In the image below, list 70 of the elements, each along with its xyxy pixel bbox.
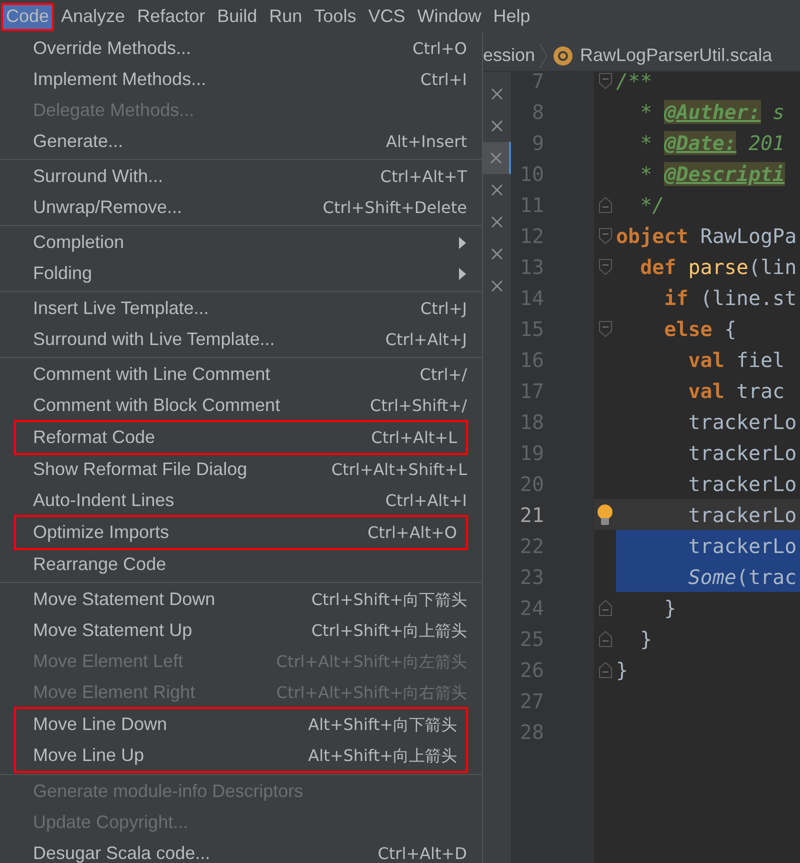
- menu-item[interactable]: Rearrange Code: [0, 549, 482, 580]
- fold-marker-icon[interactable]: [598, 320, 612, 336]
- menu-bar-item[interactable]: Build: [212, 2, 262, 30]
- fold-marker-icon[interactable]: [598, 228, 612, 244]
- fold-marker-icon[interactable]: [598, 600, 612, 616]
- menu-item[interactable]: Comment with Block Comment Ctrl+Shift+/: [0, 390, 482, 421]
- line-number: 21: [518, 502, 545, 528]
- breadcrumb-item[interactable]: ession: [483, 42, 536, 69]
- code-line: object RawLogPa: [616, 222, 797, 250]
- menu-bar-item[interactable]: Window: [412, 2, 486, 30]
- code-line: }: [616, 656, 628, 684]
- code-line: val fiel: [687, 346, 785, 374]
- menu-item[interactable]: Move Line Up Alt+Shift+向上箭头: [0, 740, 472, 771]
- close-icon: [491, 88, 503, 100]
- close-icon: [491, 280, 503, 292]
- close-icon: [491, 120, 503, 132]
- menu-bar-item[interactable]: Refactor: [132, 2, 210, 30]
- close-icon: [491, 216, 503, 228]
- close-icon: [490, 152, 502, 164]
- close-button[interactable]: [483, 142, 511, 174]
- fold-marker-icon[interactable]: [598, 196, 612, 212]
- menu-item[interactable]: Show Reformat File Dialog Ctrl+Alt+Shift+L: [0, 454, 482, 485]
- menu-item[interactable]: Auto-Indent Lines Ctrl+Alt+I: [0, 485, 482, 516]
- code-line: /**: [616, 72, 652, 94]
- menu-item[interactable]: Move Statement Down Ctrl+Shift+向下箭头: [0, 584, 482, 615]
- menu-item[interactable]: Override Methods... Ctrl+O: [0, 33, 482, 64]
- menu-item[interactable]: Desugar Scala code... Ctrl+Alt+D: [0, 838, 482, 863]
- menu-item[interactable]: Folding: [0, 258, 482, 289]
- code-line: trackerLo: [687, 440, 797, 466]
- code-line: else {: [663, 316, 736, 342]
- code-line: * @Date: 201: [639, 130, 785, 156]
- menu-item[interactable]: Optimize Imports Ctrl+Alt+O: [0, 517, 472, 548]
- menu-item[interactable]: Move Statement Up Ctrl+Shift+向上箭头: [0, 615, 482, 646]
- breadcrumb-item[interactable]: RawLogParserUtil.scala: [580, 42, 772, 69]
- menu-item[interactable]: Implement Methods... Ctrl+I: [0, 64, 482, 95]
- fold-marker-icon[interactable]: [598, 72, 612, 88]
- menu-item[interactable]: Comment with Line Comment Ctrl+/: [0, 359, 482, 390]
- menu-item[interactable]: Reformat Code Ctrl+Alt+L: [0, 422, 472, 453]
- code-line: val trac: [687, 378, 785, 404]
- chevron-icon: [539, 42, 550, 68]
- menu-bar-item[interactable]: Run: [264, 2, 308, 30]
- code-line: trackerLo: [687, 532, 797, 560]
- code-line: trackerLo: [687, 502, 797, 528]
- fold-marker-icon[interactable]: [598, 258, 612, 274]
- code-line: * @Descripti: [639, 160, 785, 188]
- code-line: */: [639, 192, 664, 218]
- menu-item[interactable]: Surround With... Ctrl+Alt+T: [0, 161, 482, 192]
- code-line: }: [639, 626, 652, 652]
- code-line: trackerLo: [687, 408, 797, 436]
- menu-bar-item[interactable]: Help: [488, 2, 536, 30]
- fold-marker-icon[interactable]: [598, 630, 612, 646]
- menu-item[interactable]: Surround with Live Template... Ctrl+Alt+J: [0, 324, 482, 355]
- code-line: trackerLo: [687, 470, 797, 498]
- code-line: Some(trac: [687, 564, 797, 590]
- close-icon: [491, 248, 503, 260]
- menu-item[interactable]: Unwrap/Remove... Ctrl+Shift+Delete: [0, 192, 482, 223]
- menu-item[interactable]: Insert Live Template... Ctrl+J: [0, 293, 482, 324]
- menu-bar-item[interactable]: VCS: [363, 2, 410, 30]
- menu-item[interactable]: Move Line Down Alt+Shift+向下箭头: [0, 709, 472, 740]
- fold-marker-icon[interactable]: [598, 662, 612, 678]
- close-icon: [491, 184, 503, 196]
- code-line: if (line.st: [663, 284, 797, 312]
- code-line: def parse(lin: [639, 254, 797, 280]
- menu-item[interactable]: Completion: [0, 227, 482, 258]
- menu-item[interactable]: Generate... Alt+Insert: [0, 126, 482, 157]
- code-line: * @Auther: s: [639, 98, 785, 126]
- code-line: }: [663, 594, 676, 622]
- menu-bar-item[interactable]: Analyze: [56, 2, 130, 30]
- menu-bar-item[interactable]: Tools: [309, 2, 362, 30]
- lightbulb-icon[interactable]: [597, 504, 613, 526]
